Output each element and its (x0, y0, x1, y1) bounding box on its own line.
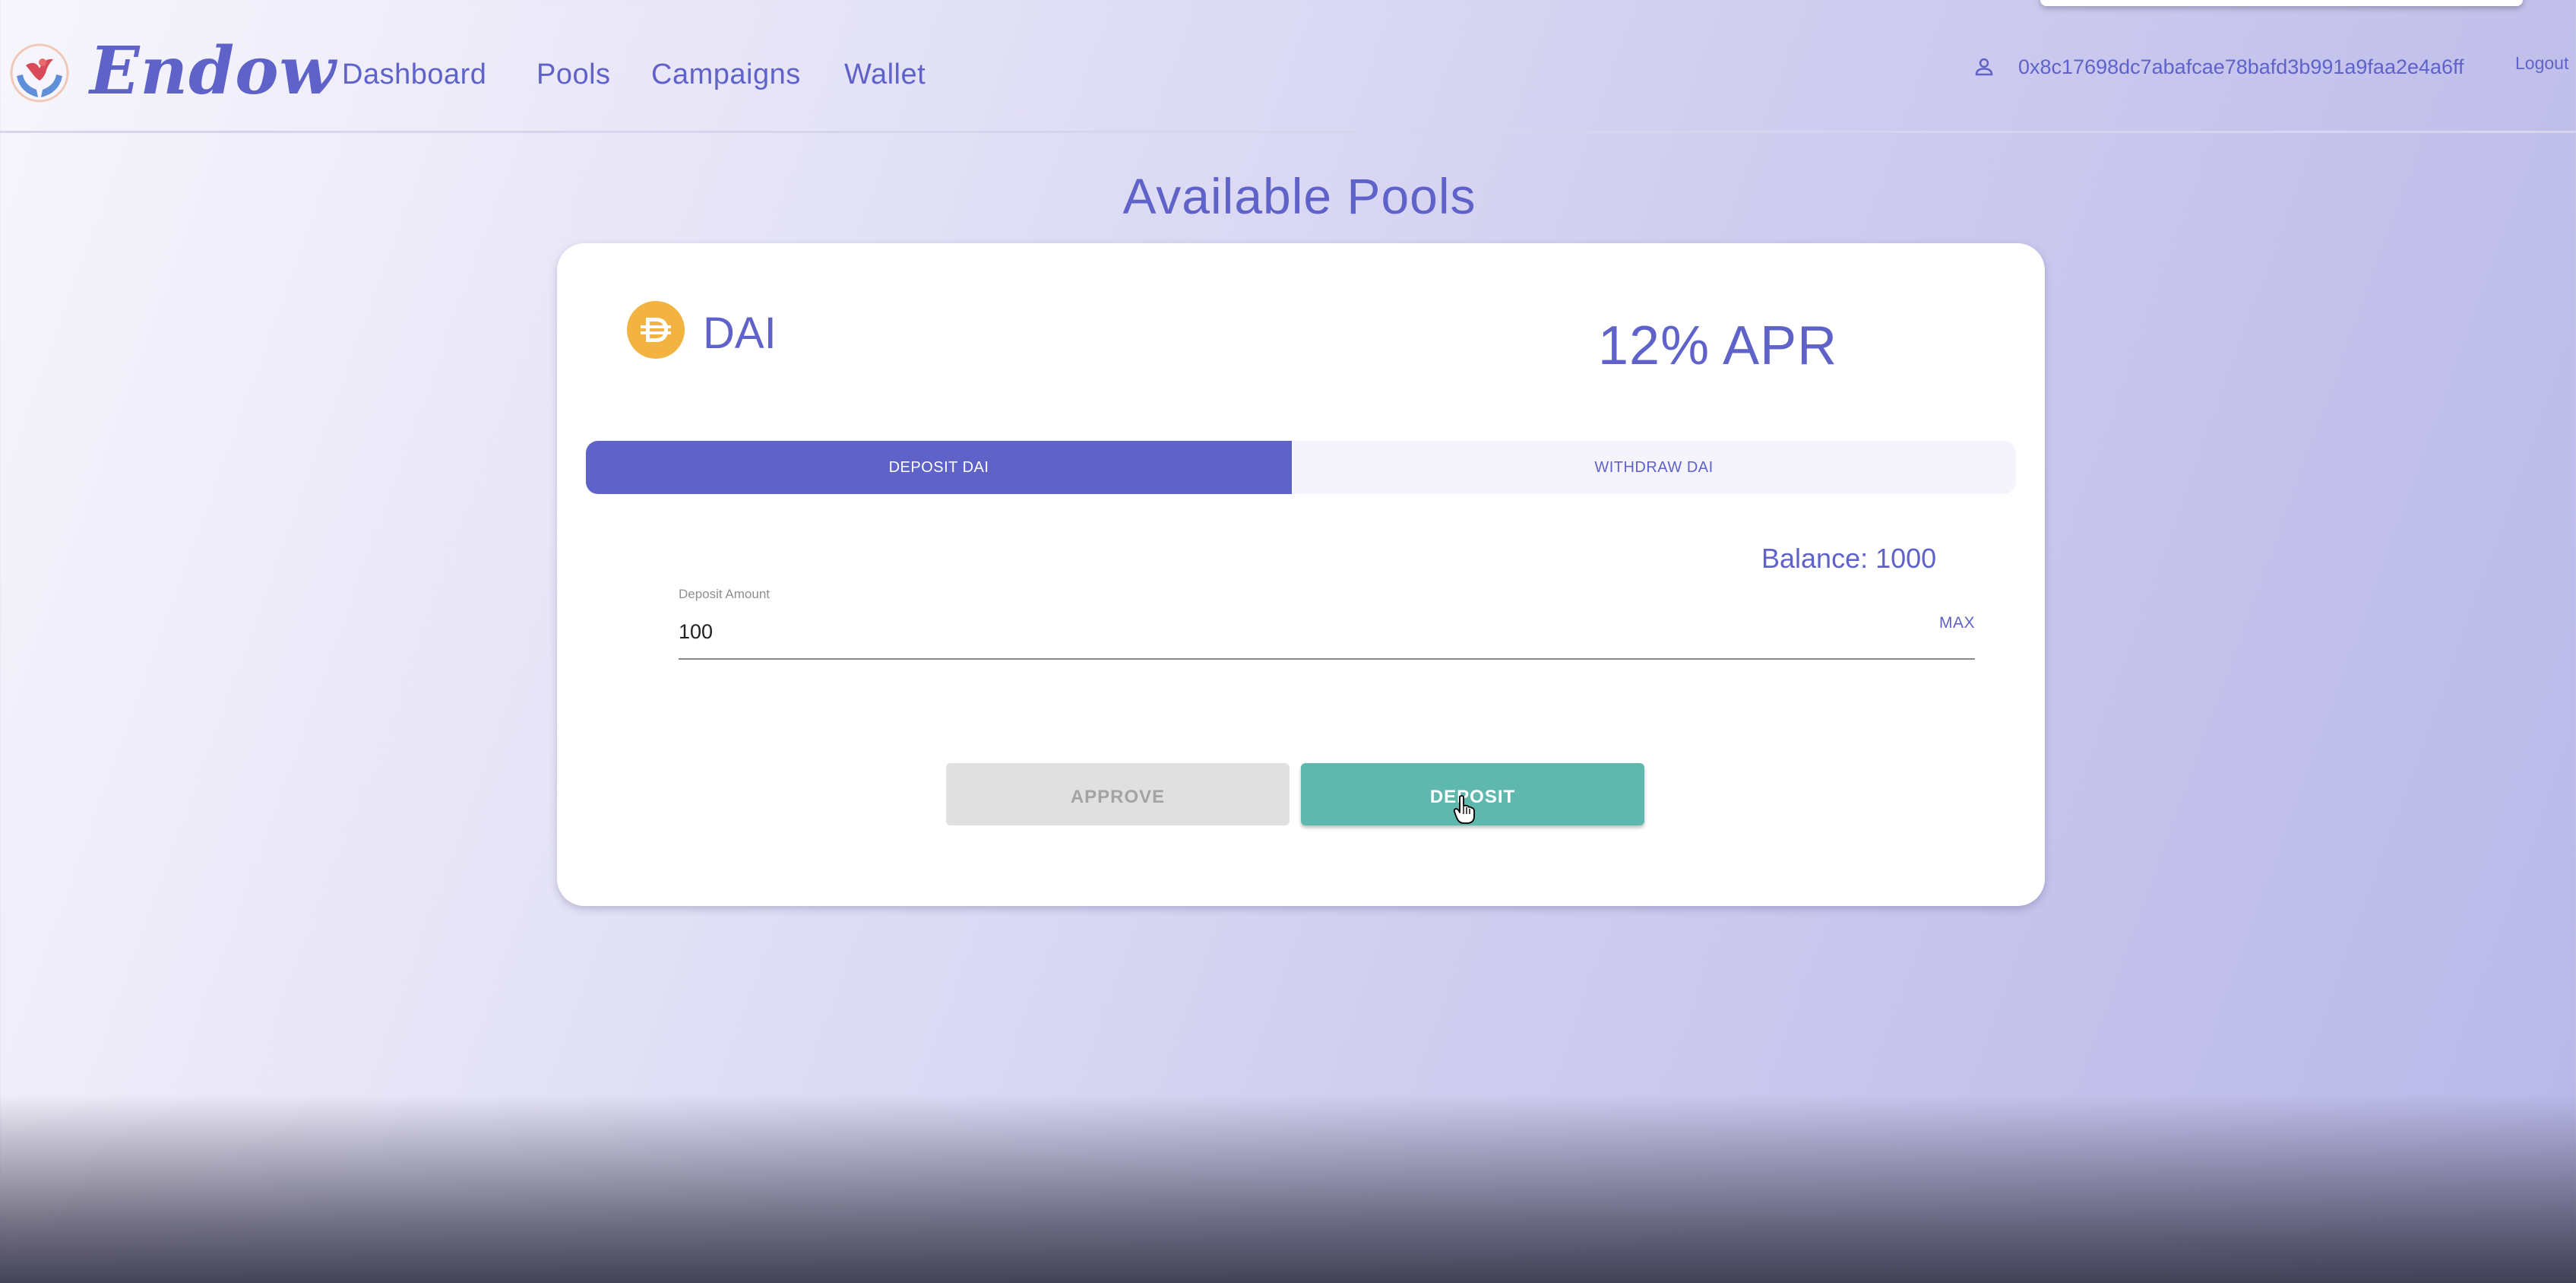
deposit-amount-input[interactable] (679, 613, 1864, 651)
nav-dashboard[interactable]: Dashboard (342, 56, 486, 93)
pool-card: DAI 12% APR DEPOSIT DAI WITHDRAW DAI Bal… (557, 243, 2045, 906)
coin-name: DAI (703, 309, 777, 358)
logout-button[interactable]: Logout (2515, 53, 2568, 74)
nav-campaigns[interactable]: Campaigns (651, 56, 801, 93)
popover-edge (2040, 0, 2523, 6)
deposit-amount-field: Deposit Amount MAX (679, 587, 1975, 660)
nav-pools[interactable]: Pools (536, 56, 611, 93)
balance-text: Balance: 1000 (1761, 543, 1937, 574)
tab-deposit-dai[interactable]: DEPOSIT DAI (586, 441, 1292, 494)
tab-withdraw-dai[interactable]: WITHDRAW DAI (1292, 441, 2016, 494)
brand-name: Endow (90, 33, 337, 109)
dai-coin-icon (627, 301, 685, 359)
account-address-text: 0x8c17698dc7abafcae78bafd3b991a9faa2e4a6… (2018, 55, 2464, 78)
bottom-shade (0, 1095, 2576, 1283)
endow-logo-icon (10, 43, 69, 103)
approve-button-label: APPROVE (1070, 787, 1166, 807)
page-title: Available Pools (1122, 168, 1476, 224)
max-button[interactable]: MAX (1939, 614, 1975, 632)
hand-cursor-icon (1453, 795, 1475, 824)
user-icon (1975, 58, 1993, 76)
approve-button[interactable]: APPROVE (946, 763, 1290, 825)
top-app-bar: Endow Dashboard Pools Campaigns Wallet 0… (0, 0, 2576, 133)
deposit-amount-label: Deposit Amount (679, 587, 771, 601)
account-address[interactable]: 0x8c17698dc7abafcae78bafd3b991a9faa2e4a6… (1973, 50, 2464, 84)
apr-value: 12% APR (1598, 315, 1838, 376)
deposit-withdraw-tabs: DEPOSIT DAI WITHDRAW DAI (586, 441, 2016, 494)
nav-wallet[interactable]: Wallet (844, 56, 926, 93)
